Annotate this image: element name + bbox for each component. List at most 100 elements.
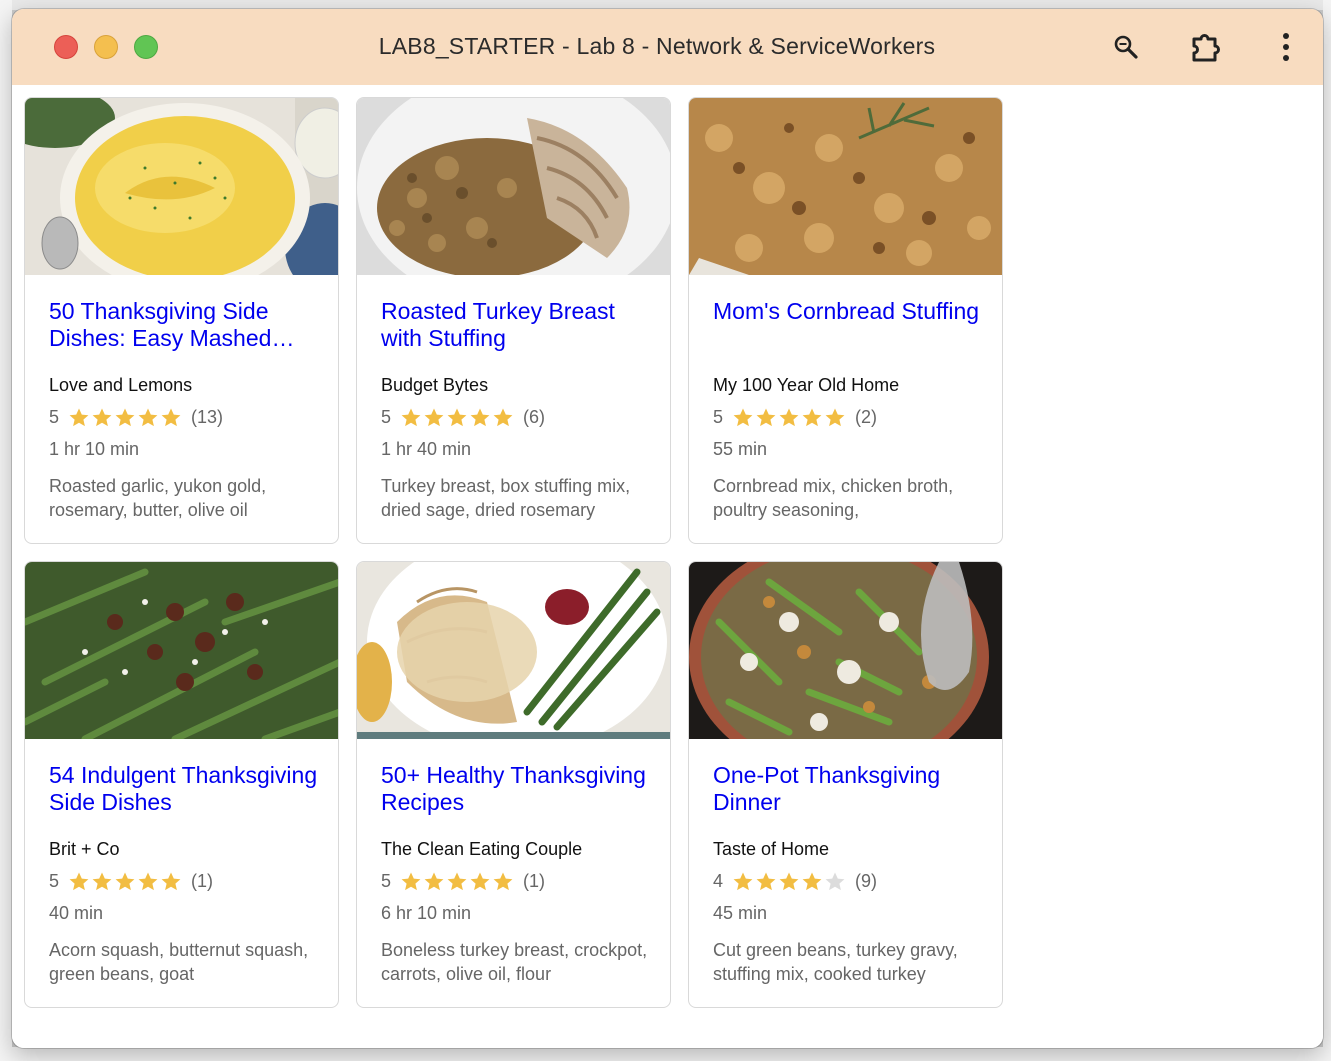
review-count: (9) [855,870,878,891]
star-icon [733,872,753,890]
recipe-rating: 4 (9) [713,870,877,892]
recipe-time: 55 min [713,439,768,459]
star-icon [69,872,89,890]
star-icon [401,408,421,426]
star-icon [92,408,112,426]
rating-value: 5 [49,406,60,427]
review-count: (1) [191,870,214,891]
star-icon [138,408,158,426]
more-vert-icon [1283,33,1289,61]
recipe-ingredients: Cut green beans, turkey gravy, stuffing … [713,940,958,984]
recipe-card[interactable]: 50 Thanksgiving Side Dishes: Easy Mashed… [24,97,339,544]
recipe-image-turkey-gravy-plate[interactable] [357,562,670,739]
recipe-organization: My 100 Year Old Home [713,375,900,395]
recipe-card[interactable]: One-Pot Thanksgiving Dinner Taste of Hom… [688,561,1003,1008]
recipe-title[interactable]: One-Pot Thanksgiving Dinner [713,762,983,816]
recipe-grid: 50 Thanksgiving Side Dishes: Easy Mashed… [12,85,1323,1048]
rating-value: 5 [49,870,60,891]
app-window: LAB8_STARTER - Lab 8 - Network & Service… [12,9,1323,1048]
star-icon [115,408,135,426]
title-bar[interactable]: LAB8_STARTER - Lab 8 - Network & Service… [12,9,1323,85]
star-icon [802,408,822,426]
recipe-time: 6 hr 10 min [381,903,472,923]
recipe-image-one-pot-dinner[interactable] [689,562,1002,739]
recipe-ingredients: Roasted garlic, yukon gold, rosemary, bu… [49,476,267,520]
recipe-ingredients: Cornbread mix, chicken broth, poultry se… [713,476,954,520]
recipe-card[interactable]: 50+ Healthy Thanksgiving Recipes The Cle… [356,561,671,1008]
star-icon [733,408,753,426]
star-icon [161,408,181,426]
recipe-organization: The Clean Eating Couple [381,839,583,859]
rating-value: 4 [713,870,724,891]
zoom-icon [1114,35,1138,59]
recipe-rating: 5 (2) [713,406,877,428]
recipe-ingredients: Boneless turkey breast, crockpot, carrot… [381,940,648,984]
star-icon [779,408,799,426]
star-icon [493,408,513,426]
desktop-background-left [0,0,12,1061]
recipe-time: 1 hr 10 min [49,439,140,459]
recipe-ingredients: Acorn squash, butternut squash, green be… [49,940,309,984]
recipe-title[interactable]: 50 Thanksgiving Side Dishes: Easy Mashed… [49,298,319,352]
review-count: (2) [855,406,878,427]
recipe-organization: Budget Bytes [381,375,489,395]
recipe-title[interactable]: 50+ Healthy Thanksgiving Recipes [381,762,651,816]
star-icon [493,872,513,890]
recipe-card[interactable]: Mom's Cornbread Stuffing My 100 Year Old… [688,97,1003,544]
extension-puzzle-icon [1192,34,1220,62]
star-icon [756,872,776,890]
recipe-organization: Taste of Home [713,839,830,859]
star-icon [470,872,490,890]
recipe-rating: 5 (6) [381,406,545,428]
recipe-title[interactable]: Mom's Cornbread Stuffing [713,298,983,325]
star-icon [401,872,421,890]
recipe-time: 1 hr 40 min [381,439,472,459]
rating-value: 5 [713,406,724,427]
rating-stars [732,871,847,892]
star-icon [825,872,845,890]
recipe-card[interactable]: 54 Indulgent Thanksgiving Side Dishes Br… [24,561,339,1008]
review-count: (13) [191,406,224,427]
star-icon [447,872,467,890]
rating-stars [68,871,183,892]
star-icon [825,408,845,426]
recipe-rating: 5 (1) [49,870,213,892]
recipe-title[interactable]: 54 Indulgent Thanksgiving Side Dishes [49,762,319,816]
recipe-image-cornbread-stuffing[interactable] [689,98,1002,275]
rating-stars [400,871,515,892]
extensions-button[interactable] [1188,29,1224,65]
desktop-background-right [1323,0,1331,1061]
star-icon [92,872,112,890]
rating-value: 5 [381,870,392,891]
zoom-button[interactable] [1108,29,1144,65]
rating-stars [68,407,183,428]
star-icon [161,872,181,890]
star-icon [115,872,135,890]
star-icon [802,872,822,890]
more-options-button[interactable] [1268,29,1304,65]
recipe-time: 40 min [49,903,104,923]
star-icon [447,408,467,426]
recipe-image-green-beans-pecans[interactable] [25,562,338,739]
star-icon [779,872,799,890]
star-icon [424,408,444,426]
star-icon [138,872,158,890]
star-icon [69,408,89,426]
star-icon [756,408,776,426]
recipe-title[interactable]: Roasted Turkey Breast with Stuffing [381,298,651,352]
rating-stars [732,407,847,428]
star-icon [424,872,444,890]
recipe-image-mashed-potatoes[interactable] [25,98,338,275]
rating-stars [400,407,515,428]
review-count: (6) [523,406,546,427]
star-icon [470,408,490,426]
rating-value: 5 [381,406,392,427]
recipe-organization: Brit + Co [49,839,120,859]
desktop-background-bottom [0,1047,1331,1061]
recipe-organization: Love and Lemons [49,375,193,395]
recipe-time: 45 min [713,903,768,923]
recipe-rating: 5 (1) [381,870,545,892]
recipe-card[interactable]: Roasted Turkey Breast with Stuffing Budg… [356,97,671,544]
recipe-image-turkey-stuffing[interactable] [357,98,670,275]
recipe-rating: 5 (13) [49,406,223,428]
